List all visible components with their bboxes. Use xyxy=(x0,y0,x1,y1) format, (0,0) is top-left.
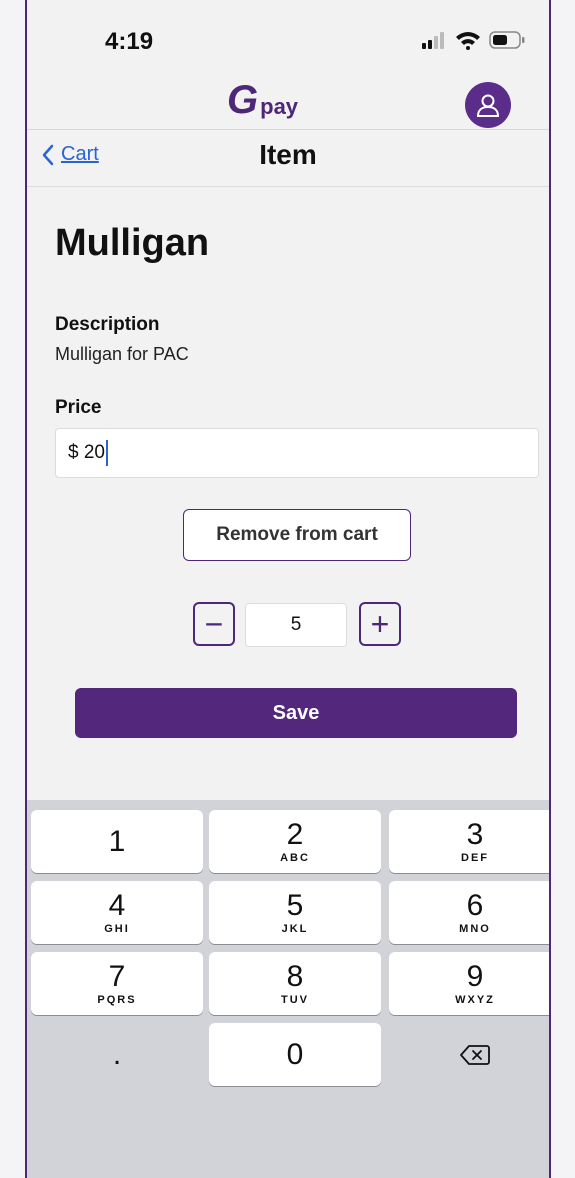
key-digit: 8 xyxy=(286,959,304,993)
quantity-value[interactable]: 5 xyxy=(245,603,347,647)
key-digit: 6 xyxy=(466,888,484,922)
battery-icon xyxy=(489,31,525,49)
key-letters: WXYZ xyxy=(455,993,495,1006)
back-to-cart-link[interactable]: Cart xyxy=(41,143,99,166)
key-1[interactable]: 1 xyxy=(31,810,203,873)
quantity-decrement-button[interactable]: − xyxy=(193,602,235,646)
key-6[interactable]: 6 MNO xyxy=(389,881,549,944)
key-0[interactable]: 0 xyxy=(209,1023,381,1086)
description-value: Mulligan for PAC xyxy=(55,344,189,364)
avatar[interactable] xyxy=(465,82,511,128)
key-letters: ABC xyxy=(280,851,310,864)
key-letters: TUV xyxy=(281,993,309,1006)
save-button[interactable]: Save xyxy=(75,688,517,738)
description-label: Description xyxy=(55,314,160,335)
key-digit: 2 xyxy=(286,817,304,851)
remove-from-cart-button[interactable]: Remove from cart xyxy=(183,509,411,561)
key-delete[interactable] xyxy=(389,1023,549,1086)
key-digit: 3 xyxy=(466,817,484,851)
numeric-keyboard: 1 2 ABC 3 DEF 4 GHI 5 JKL 6 MNO 7 PQRS 8… xyxy=(27,800,549,1178)
logo-g-mark: G xyxy=(227,78,259,122)
key-letters: MNO xyxy=(459,922,491,935)
key-letters: DEF xyxy=(461,851,489,864)
price-label: Price xyxy=(55,397,102,418)
key-digit: 0 xyxy=(286,1037,304,1071)
user-icon xyxy=(476,94,500,117)
key-digit: 7 xyxy=(108,959,126,993)
key-9[interactable]: 9 WXYZ xyxy=(389,952,549,1015)
key-digit: 5 xyxy=(286,888,304,922)
status-time: 4:19 xyxy=(105,28,154,55)
key-5[interactable]: 5 JKL xyxy=(209,881,381,944)
cellular-signal-icon xyxy=(422,32,444,49)
wifi-icon xyxy=(456,32,480,50)
page-title: Item xyxy=(259,139,317,170)
key-letters: PQRS xyxy=(97,993,137,1006)
price-value: $ 20 xyxy=(68,442,105,463)
key-digit: 9 xyxy=(466,959,484,993)
item-title: Mulligan xyxy=(55,222,210,264)
phone-screen: 4:19 G pay Item Cart Mulligan Descriptio… xyxy=(25,0,551,1178)
key-7[interactable]: 7 PQRS xyxy=(31,952,203,1015)
chevron-left-icon xyxy=(42,144,54,165)
key-4[interactable]: 4 GHI xyxy=(31,881,203,944)
key-digit: 4 xyxy=(108,888,126,922)
logo-pay-text: pay xyxy=(260,94,299,119)
status-icons xyxy=(421,30,525,50)
back-label: Cart xyxy=(61,143,99,165)
key-decimal[interactable]: . xyxy=(31,1023,203,1086)
nav-bar: Item Cart xyxy=(27,131,549,187)
key-digit: 1 xyxy=(108,824,126,858)
text-cursor xyxy=(105,440,108,466)
status-bar: 4:19 xyxy=(27,0,549,76)
key-letters: JKL xyxy=(281,922,309,935)
key-2[interactable]: 2 ABC xyxy=(209,810,381,873)
app-header: G pay xyxy=(27,76,549,130)
gpay-logo: G pay xyxy=(227,78,298,122)
key-8[interactable]: 8 TUV xyxy=(209,952,381,1015)
key-letters: GHI xyxy=(104,922,130,935)
delete-backspace-icon xyxy=(460,1044,490,1065)
price-input[interactable]: $ 20 xyxy=(55,428,539,478)
key-3[interactable]: 3 DEF xyxy=(389,810,549,873)
key-digit: . xyxy=(112,1037,122,1071)
quantity-increment-button[interactable]: + xyxy=(359,602,401,646)
